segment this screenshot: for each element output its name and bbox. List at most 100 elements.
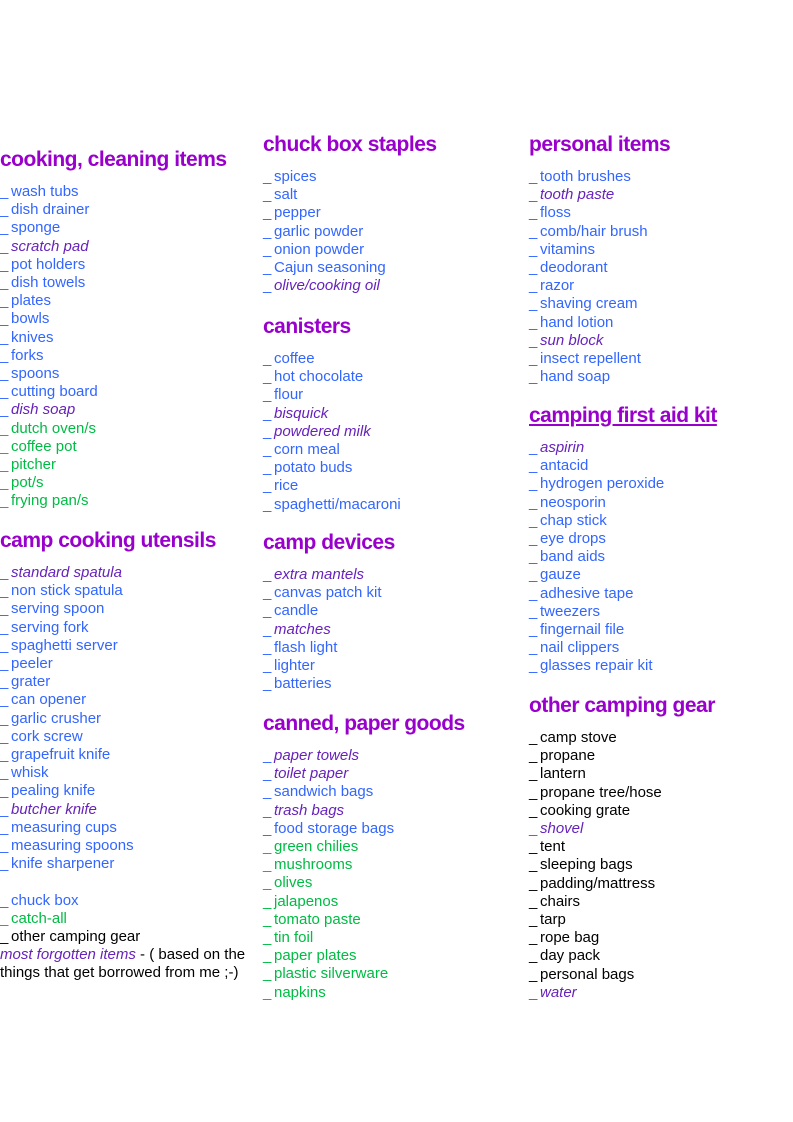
checkbox-dash-icon[interactable]: _ [0,564,11,582]
checkbox-dash-icon[interactable]: _ [529,566,540,584]
checkbox-dash-icon[interactable]: _ [0,474,11,492]
list-item[interactable]: _ hot chocolate [263,368,401,386]
list-item[interactable]: _ cork screw [0,728,266,746]
checkbox-dash-icon[interactable]: _ [529,259,540,277]
list-item[interactable]: _ neosporin [529,494,717,512]
checkbox-dash-icon[interactable]: _ [263,350,274,368]
checkbox-dash-icon[interactable]: _ [0,619,11,637]
checkbox-dash-icon[interactable]: _ [0,420,11,438]
list-item[interactable]: _ comb/hair brush [529,223,670,241]
list-item[interactable]: _ wash tubs [0,183,227,201]
checkbox-dash-icon[interactable]: _ [529,603,540,621]
checkbox-dash-icon[interactable]: _ [0,892,11,910]
checkbox-dash-icon[interactable]: _ [0,274,11,292]
list-item[interactable]: _ pot/s [0,474,227,492]
list-item[interactable]: _ rice [263,477,401,495]
list-item[interactable]: _ whisk [0,764,266,782]
list-item[interactable]: _ dish towels [0,274,227,292]
list-item[interactable]: _ knife sharpener [0,855,266,873]
list-item[interactable]: _ paper plates [263,947,465,965]
list-item[interactable]: _ razor [529,277,670,295]
list-item[interactable]: _ padding/mattress [529,875,715,893]
checkbox-dash-icon[interactable]: _ [263,405,274,423]
list-item[interactable]: _ serving spoon [0,600,266,618]
list-item[interactable]: _ floss [529,204,670,222]
checkbox-dash-icon[interactable]: _ [0,329,11,347]
list-item[interactable]: _ adhesive tape [529,585,717,603]
checkbox-dash-icon[interactable]: _ [0,238,11,256]
checkbox-dash-icon[interactable]: _ [0,782,11,800]
list-item[interactable]: _ powdered milk [263,423,401,441]
checkbox-dash-icon[interactable]: _ [263,259,274,277]
checkbox-dash-icon[interactable]: _ [529,747,540,765]
list-item[interactable]: _ dish soap [0,401,227,419]
checkbox-dash-icon[interactable]: _ [0,492,11,510]
checkbox-dash-icon[interactable]: _ [0,710,11,728]
checkbox-dash-icon[interactable]: _ [263,204,274,222]
checkbox-dash-icon[interactable]: _ [263,496,274,514]
list-item[interactable]: _ other camping gear [0,928,266,946]
list-item[interactable]: _ shovel [529,820,715,838]
checkbox-dash-icon[interactable]: _ [529,802,540,820]
checkbox-dash-icon[interactable]: _ [529,457,540,475]
checkbox-dash-icon[interactable]: _ [0,764,11,782]
list-item[interactable]: _ non stick spatula [0,582,266,600]
checkbox-dash-icon[interactable]: _ [529,911,540,929]
checkbox-dash-icon[interactable]: _ [529,439,540,457]
list-item[interactable]: _ knives [0,329,227,347]
checkbox-dash-icon[interactable]: _ [529,277,540,295]
list-item[interactable]: _ rope bag [529,929,715,947]
checkbox-dash-icon[interactable]: _ [529,204,540,222]
list-item[interactable]: _ sandwich bags [263,783,465,801]
checkbox-dash-icon[interactable]: _ [0,201,11,219]
checkbox-dash-icon[interactable]: _ [263,584,274,602]
checkbox-dash-icon[interactable]: _ [263,783,274,801]
list-item[interactable]: _ catch-all [0,910,266,928]
list-item[interactable]: _ measuring spoons [0,837,266,855]
list-item[interactable]: _ corn meal [263,441,401,459]
list-item[interactable]: _ gauze [529,566,717,584]
list-item[interactable]: _ nail clippers [529,639,717,657]
checkbox-dash-icon[interactable]: _ [0,365,11,383]
checkbox-dash-icon[interactable]: _ [0,401,11,419]
checkbox-dash-icon[interactable]: _ [263,423,274,441]
checkbox-dash-icon[interactable]: _ [0,655,11,673]
checkbox-dash-icon[interactable]: _ [529,223,540,241]
checkbox-dash-icon[interactable]: _ [263,984,274,1002]
list-item[interactable]: _ onion powder [263,241,437,259]
checkbox-dash-icon[interactable]: _ [263,441,274,459]
checkbox-dash-icon[interactable]: _ [263,929,274,947]
checkbox-dash-icon[interactable]: _ [263,874,274,892]
checkbox-dash-icon[interactable]: _ [0,928,11,946]
checkbox-dash-icon[interactable]: _ [529,530,540,548]
checkbox-dash-icon[interactable]: _ [529,657,540,675]
list-item[interactable]: _ candle [263,602,395,620]
list-item[interactable]: _ antacid [529,457,717,475]
list-item[interactable]: _ bowls [0,310,227,328]
list-item[interactable]: _ propane [529,747,715,765]
checkbox-dash-icon[interactable]: _ [529,475,540,493]
list-item[interactable]: _ tin foil [263,929,465,947]
checkbox-dash-icon[interactable]: _ [0,728,11,746]
list-item[interactable]: _ vitamins [529,241,670,259]
checkbox-dash-icon[interactable]: _ [529,984,540,1002]
list-item[interactable]: _ fingernail file [529,621,717,639]
checkbox-dash-icon[interactable]: _ [529,729,540,747]
checkbox-dash-icon[interactable]: _ [263,459,274,477]
checkbox-dash-icon[interactable]: _ [263,820,274,838]
checkbox-dash-icon[interactable]: _ [0,600,11,618]
checkbox-dash-icon[interactable]: _ [263,477,274,495]
checkbox-dash-icon[interactable]: _ [0,746,11,764]
list-item[interactable]: _ measuring cups [0,819,266,837]
checkbox-dash-icon[interactable]: _ [0,219,11,237]
list-item[interactable]: _ tomato paste [263,911,465,929]
checkbox-dash-icon[interactable]: _ [263,566,274,584]
checkbox-dash-icon[interactable]: _ [0,910,11,928]
list-item[interactable]: _ lantern [529,765,715,783]
list-item[interactable]: _ shaving cream [529,295,670,313]
list-item[interactable]: _ plates [0,292,227,310]
list-item[interactable]: _ pealing knife [0,782,266,800]
checkbox-dash-icon[interactable]: _ [0,256,11,274]
list-item[interactable]: _ garlic crusher [0,710,266,728]
list-item[interactable]: _ pitcher [0,456,227,474]
